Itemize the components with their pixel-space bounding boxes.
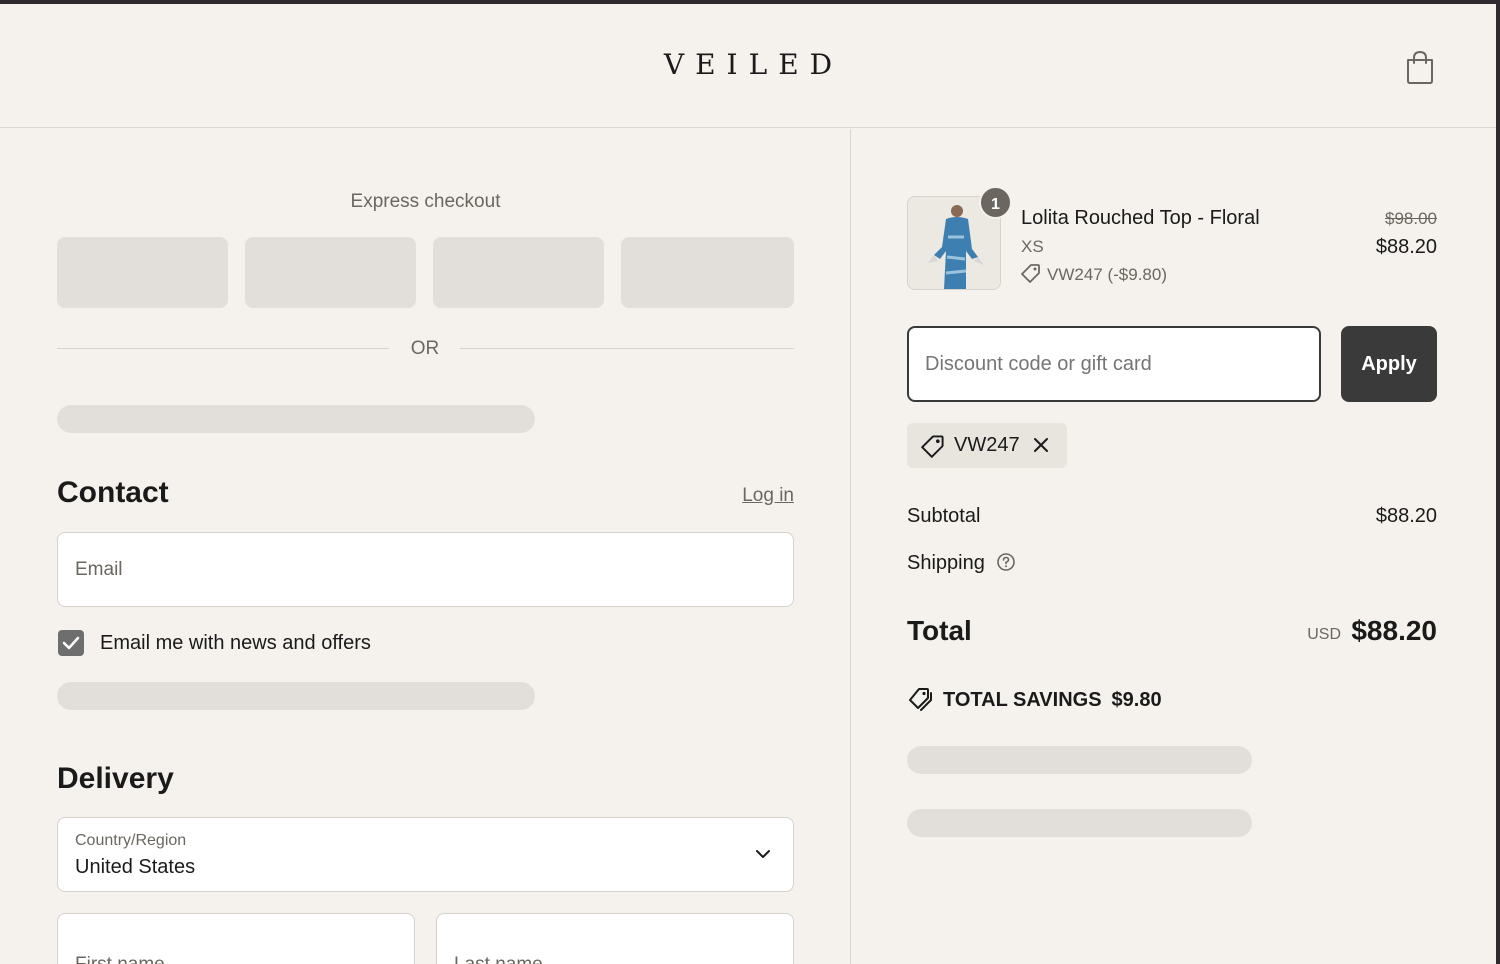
express-pay-button-2[interactable] [245, 237, 416, 308]
applied-discount-tag: VW247 [907, 423, 1067, 468]
product-name: Lolita Rouched Top - Floral [1021, 207, 1260, 229]
last-name-input[interactable] [437, 914, 793, 964]
first-name-field[interactable] [57, 913, 415, 964]
item-discount: VW247 (-$9.80) [1021, 263, 1167, 285]
checkout-form-column: Express checkout OR Contact Log in Email… [0, 129, 851, 964]
contact-heading: Contact [57, 476, 169, 509]
country-value: United States [75, 856, 196, 878]
remove-discount-icon[interactable] [1031, 435, 1051, 455]
discount-field[interactable] [907, 326, 1321, 402]
currency-code: USD [1307, 626, 1341, 643]
item-price: $88.20 [1375, 236, 1437, 258]
loading-placeholder [907, 809, 1252, 837]
checkmark-icon [62, 636, 80, 650]
newsletter-checkbox[interactable] [58, 630, 84, 656]
product-variant: XS [1021, 237, 1044, 256]
tag-icon [921, 435, 944, 458]
express-checkout-title: Express checkout [350, 191, 501, 212]
quantity-badge: 1 [979, 186, 1012, 219]
first-name-input[interactable] [58, 914, 414, 964]
shopping-bag-icon[interactable] [1404, 49, 1436, 85]
loading-placeholder [57, 405, 535, 433]
apply-button[interactable]: Apply [1341, 326, 1437, 402]
order-summary-column: 1 Lolita Rouched Top - Floral XS VW247 (… [852, 129, 1496, 964]
country-select[interactable]: Country/Region United States [57, 817, 794, 892]
email-field[interactable] [57, 532, 794, 607]
discount-input[interactable] [909, 328, 1319, 400]
window-right-border [1496, 0, 1500, 964]
loading-placeholder [57, 682, 535, 710]
savings-label: TOTAL SAVINGS [943, 689, 1102, 711]
total-label: Total [907, 615, 972, 646]
subtotal-label: Subtotal [907, 505, 981, 527]
login-link[interactable]: Log in [690, 485, 794, 507]
divider-right [460, 348, 794, 349]
express-pay-button-4[interactable] [621, 237, 794, 308]
delivery-heading: Delivery [57, 762, 174, 795]
express-pay-button-1[interactable] [57, 237, 228, 308]
total-value: $88.20 [1351, 615, 1437, 646]
applied-discount-code: VW247 [954, 434, 1020, 456]
chevron-down-icon [756, 850, 770, 858]
subtotal-value: $88.20 [1375, 505, 1437, 527]
or-divider-label: OR [410, 338, 440, 359]
total-savings: TOTAL SAVINGS $9.80 [907, 687, 1162, 712]
original-price: $98.00 [1385, 209, 1437, 228]
tag-icon [1021, 264, 1040, 283]
loading-placeholder [907, 746, 1252, 774]
tags-icon [909, 688, 932, 711]
site-header: VEILED [0, 4, 1496, 128]
country-label: Country/Region [75, 832, 187, 849]
divider-left [57, 348, 389, 349]
item-discount-text: VW247 (-$9.80) [1047, 265, 1167, 284]
shipping-label: Shipping [907, 552, 985, 574]
brand-logo[interactable]: VEILED [0, 48, 1496, 81]
last-name-field[interactable] [436, 913, 794, 964]
newsletter-label: Email me with news and offers [100, 632, 371, 654]
express-pay-button-3[interactable] [433, 237, 604, 308]
email-input[interactable] [58, 533, 793, 606]
savings-value: $9.80 [1111, 689, 1162, 711]
help-circle-icon[interactable] [996, 552, 1016, 572]
shipping-row: Shipping [907, 552, 1016, 575]
